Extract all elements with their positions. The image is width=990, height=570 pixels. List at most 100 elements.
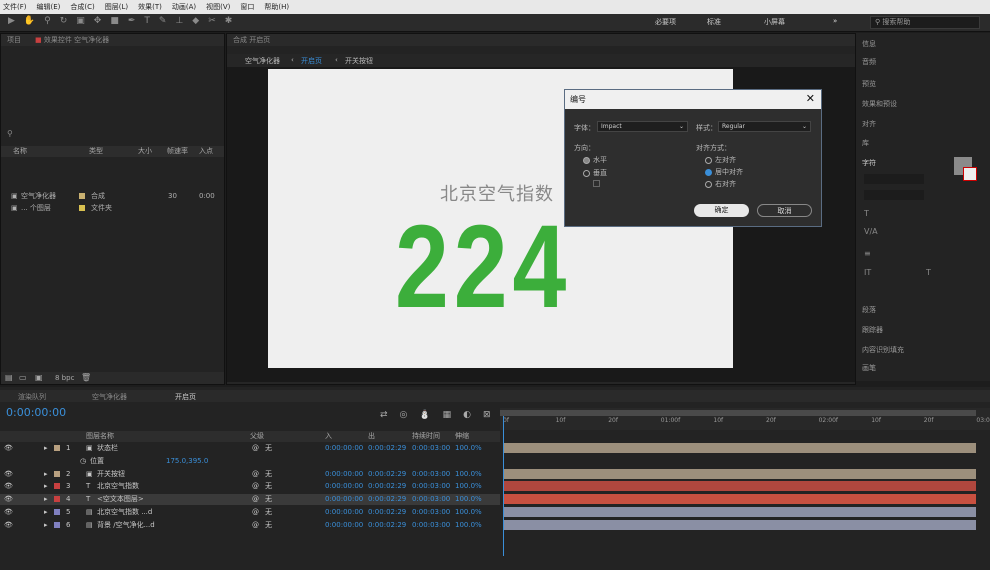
comp-mini-flowchart-icon[interactable]: ⇄ [380,410,388,420]
layer-row[interactable]: 👁 ▸ 6 ▤ 背景 /空气净化...d @ 无 0:00:00:00 0:00:02:29 0:… [0,520,500,531]
layer-duration-bar[interactable] [504,443,976,453]
rectangle-tool-icon[interactable]: ■ [110,16,119,26]
panel-character[interactable]: 字符 [862,158,876,168]
layer-row[interactable]: 👁 ▸ 2 ▣ 开关按钮 @ 无 0:00:00:00 0:00:02:29 0:00:03:00… [0,469,500,480]
expand-arrow-icon[interactable]: ▸ [44,469,48,480]
label-color-swatch[interactable] [54,509,60,515]
parent-pickwhip-icon[interactable]: @ [252,443,259,454]
expand-arrow-icon[interactable]: ▸ [44,494,48,505]
eraser-tool-icon[interactable]: ◆ [192,16,199,26]
menu-item[interactable]: 文件(F) [3,2,27,12]
panel-brushes[interactable]: 画笔 [862,363,876,373]
motion-blur-icon[interactable]: ◐ [463,410,471,420]
interpret-footage-icon[interactable]: ▤ [5,373,13,382]
eye-icon[interactable]: 👁 [4,443,13,454]
label-color-swatch[interactable] [54,483,60,490]
new-folder-icon[interactable]: ▭ [19,373,27,382]
label-color-swatch[interactable] [54,521,60,528]
parent-pickwhip-icon[interactable]: @ [252,481,259,492]
expand-arrow-icon[interactable]: ▸ [44,443,48,454]
project-tab[interactable]: 项目 ■ 效果控件 空气净化器 [1,34,224,46]
stopwatch-icon[interactable]: ◷ [80,456,86,467]
expand-arrow-icon[interactable]: ▸ [44,481,48,492]
more-workspaces-icon[interactable]: » [833,17,837,29]
menu-item[interactable]: 窗口 [240,2,254,12]
eye-icon[interactable]: 👁 [4,520,13,531]
label-color-swatch[interactable] [54,445,60,451]
menu-item[interactable]: 合成(C) [70,2,94,12]
parent-pickwhip-icon[interactable]: @ [252,520,259,531]
panel-audio[interactable]: 音频 [862,57,876,67]
layer-duration-bar[interactable] [504,519,976,530]
direction-vertical-radio[interactable]: 垂直 [583,168,607,178]
eye-icon[interactable]: 👁 [4,469,13,480]
panel-align[interactable]: 对齐 [862,119,876,129]
workspace-small-screen[interactable]: 小屏幕 [764,17,785,29]
font-family-field[interactable] [864,174,924,184]
layer-property-row[interactable]: ◷ 位置 175.0,395.0 [0,456,500,467]
puppet-tool-icon[interactable]: ✱ [225,16,233,26]
expand-arrow-icon[interactable]: ▸ [44,520,48,531]
menu-item[interactable]: 效果(T) [138,2,162,12]
workspace-standard[interactable]: 标准 [707,17,721,29]
layer-duration-bar[interactable] [504,481,976,492]
layer-duration-bar[interactable] [504,507,976,517]
clone-tool-icon[interactable]: ⊥ [175,16,183,26]
layer-row[interactable]: 👁 ▸ 3 T 北京空气指数 @ 无 0:00:00:00 0:00:02:29 0:00:03:… [0,481,500,492]
frame-blending-icon[interactable]: ▦ [443,410,452,420]
menu-item[interactable]: 视图(V) [206,2,230,12]
font-style-field[interactable] [864,190,924,200]
trash-icon[interactable]: 🗑 [81,373,91,382]
font-select[interactable]: Impact ⌄ [597,121,688,132]
panel-content-aware-fill[interactable]: 内容识别填充 [862,345,904,355]
ok-button[interactable]: 确定 [694,204,749,217]
roto-tool-icon[interactable]: ✂ [208,16,216,26]
current-timecode[interactable]: 0:00:00:00 [6,406,66,419]
eye-icon[interactable]: 👁 [4,494,13,505]
layer-row[interactable]: 👁 ▸ 1 ▣ 状态栏 @ 无 0:00:00:00 0:00:02:29 0:00:03:00 1… [0,443,500,454]
layer-duration-bar[interactable] [504,494,976,505]
breadcrumb-item-active[interactable]: 开启页 [301,56,322,66]
layer-duration-bar[interactable] [504,468,976,479]
eye-icon[interactable]: 👁 [4,481,13,492]
panel-library[interactable]: 库 [862,138,869,148]
breadcrumb-item[interactable]: 开关按钮 [345,56,373,66]
align-right-radio[interactable]: 右对齐 [705,179,736,189]
eye-icon[interactable]: 👁 [4,507,13,518]
new-comp-icon[interactable]: ▣ [35,373,43,382]
option-checkbox[interactable] [593,180,600,187]
menu-item[interactable]: 动画(A) [172,2,196,12]
align-left-radio[interactable]: 左对齐 [705,155,736,165]
label-color-swatch[interactable] [79,193,85,199]
current-time-indicator[interactable] [503,416,504,556]
tab-comp-active[interactable]: 开启页 [175,392,196,402]
align-center-radio[interactable]: 居中对齐 [705,167,743,177]
camera-tool-icon[interactable]: ▣ [76,16,85,26]
panel-info[interactable]: 信息 [862,39,876,49]
pen-tool-icon[interactable]: ✒ [128,16,136,26]
draft-3d-icon[interactable]: ◎ [400,410,408,420]
rotate-tool-icon[interactable]: ↻ [60,16,68,26]
tab-comp[interactable]: 空气净化器 [92,392,127,402]
style-select[interactable]: Regular ⌄ [718,121,811,132]
panel-paragraph[interactable]: 段落 [862,305,876,315]
parent-pickwhip-icon[interactable]: @ [252,469,259,480]
cancel-button[interactable]: 取消 [757,204,812,217]
menu-item[interactable]: 编辑(E) [37,2,61,12]
layer-row[interactable]: 👁 ▸ 5 ▤ 北京空气指数 ...d @ 无 0:00:00:00 0:00:02:29 0:0… [0,507,500,518]
close-icon[interactable]: ✕ [806,92,815,105]
shy-layers-icon[interactable]: ⛄ [419,410,430,420]
stroke-color-swatch[interactable] [963,167,977,181]
label-color-swatch[interactable] [54,470,60,477]
work-area-bar[interactable] [500,410,976,416]
parent-pickwhip-icon[interactable]: @ [252,494,259,505]
bpc-button[interactable]: 8 bpc [55,374,74,382]
workspace-essentials[interactable]: 必要项 [655,17,676,29]
hand-tool-icon[interactable]: ✋ [24,16,35,26]
tab-render-queue[interactable]: 渲染队列 [18,392,46,402]
canvas-aqi-number[interactable]: 224 [395,208,571,326]
pan-behind-tool-icon[interactable]: ✥ [94,16,102,26]
brush-tool-icon[interactable]: ✎ [159,16,167,26]
panel-effects-presets[interactable]: 效果和预设 [862,99,897,109]
breadcrumb-item[interactable]: 空气净化器 [245,56,280,66]
